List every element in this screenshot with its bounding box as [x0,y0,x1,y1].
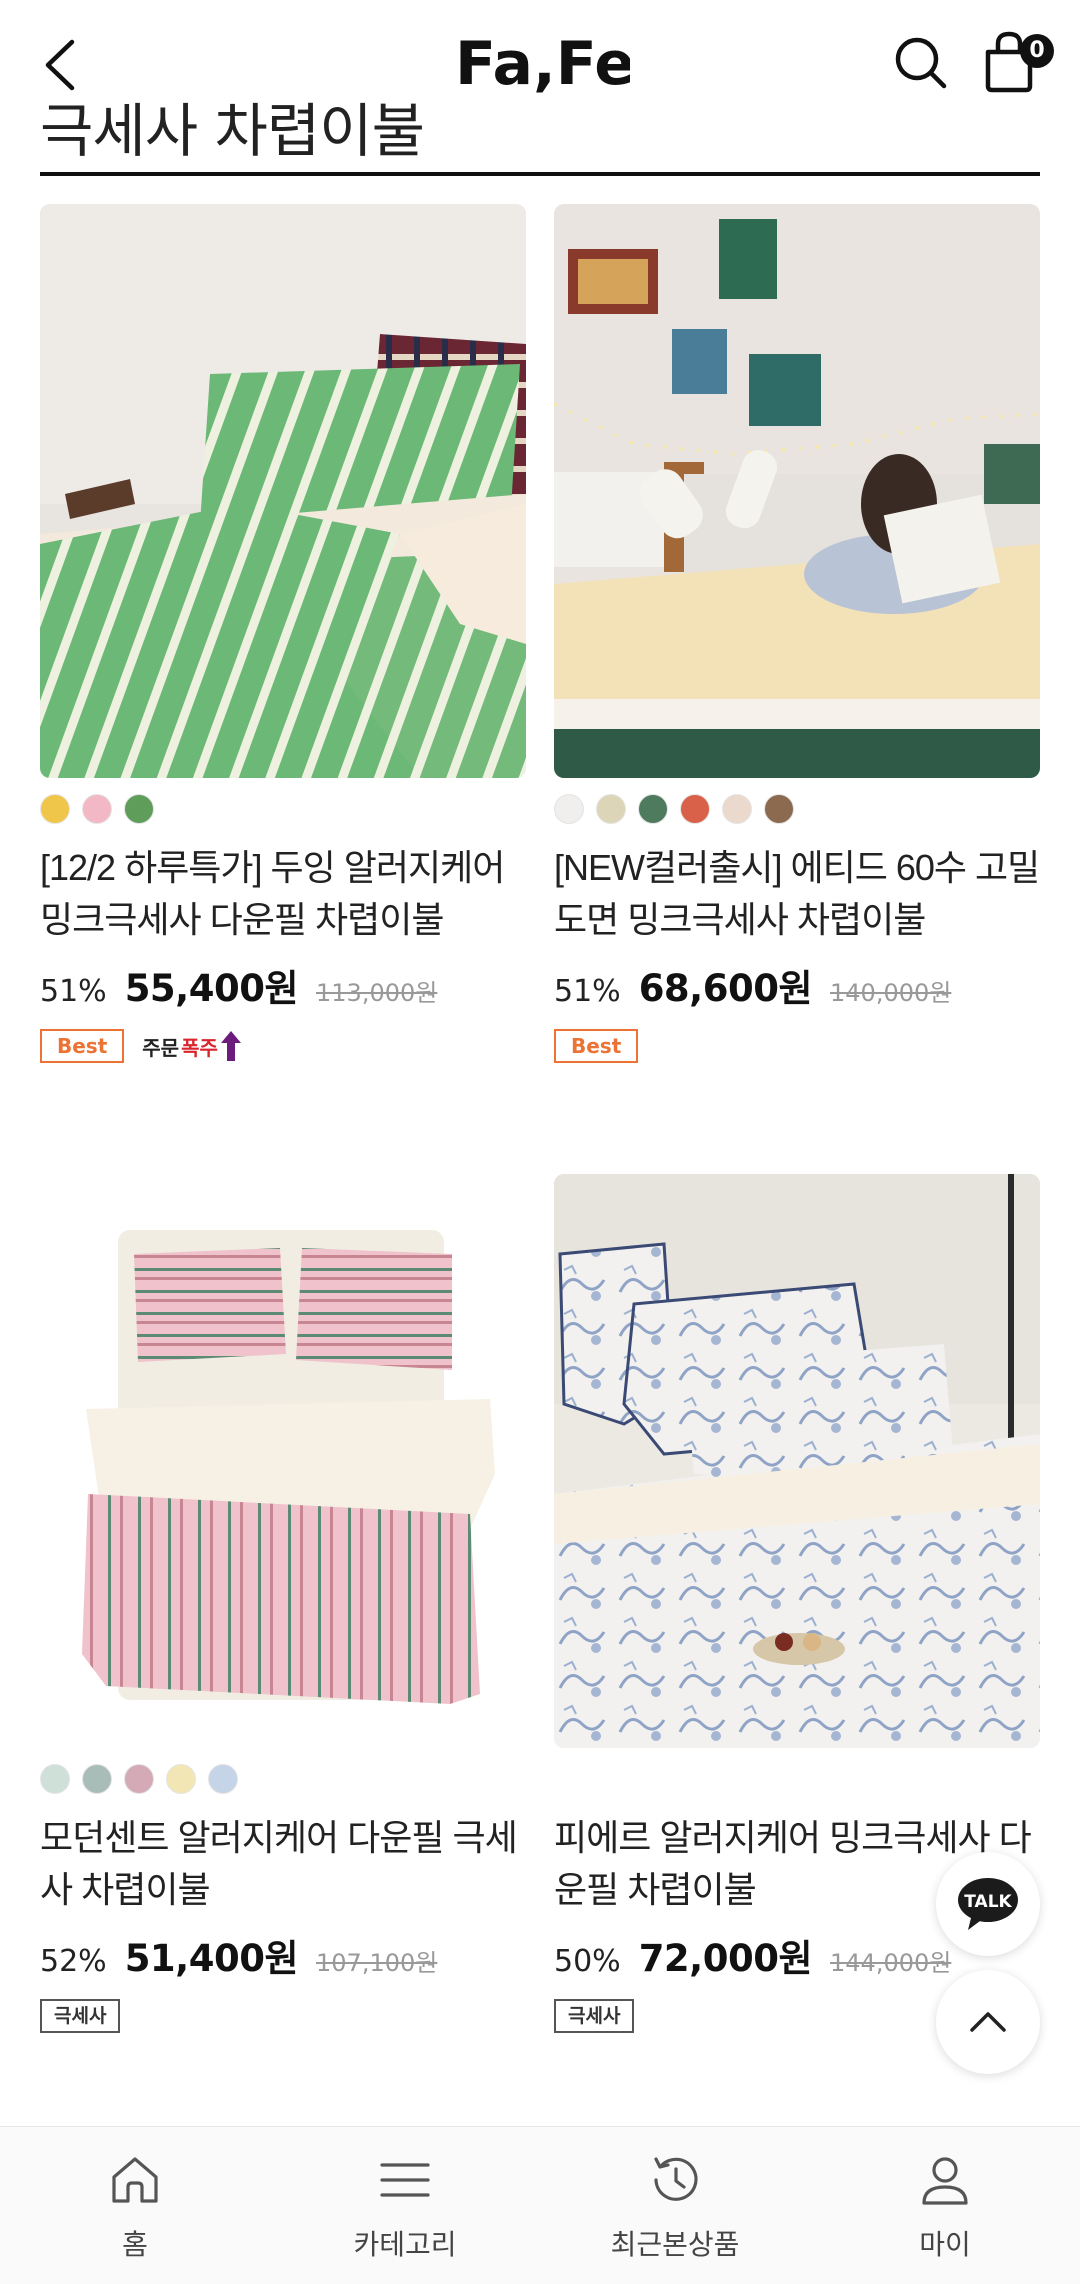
color-swatches [40,794,526,824]
product-name[interactable]: 모던센트 알러지케어 다운필 극세사 차렵이불 [40,1812,526,1916]
scroll-top-button[interactable] [936,1970,1040,2074]
material-badge: 극세사 [554,1999,635,2033]
color-swatch[interactable] [40,794,70,824]
bottom-navigation: 홈 카테고리 최근본상품 마이 [0,2126,1080,2284]
product-name[interactable]: [NEW컬러출시] 에티드 60수 고밀도면 밍크극세사 차렵이불 [554,842,1040,946]
price-row: 51% 68,600원 140,000원 [554,958,1040,1010]
sale-price: 72,000원 [638,1937,813,1980]
color-swatch[interactable] [166,1764,196,1794]
green-striped-bedding-image [40,204,526,778]
nav-category[interactable]: 카테고리 [270,2127,540,2284]
badge-row: Best 주문 폭주 [40,1028,526,1064]
cart-count-badge: 0 [1020,34,1054,68]
nav-label: 카테고리 [353,2228,457,2261]
nav-label: 마이 [919,2228,971,2261]
sale-price: 68,600원 [638,967,813,1010]
brand-logo[interactable]: Fa,Fe [455,26,635,99]
color-swatch[interactable] [638,794,668,824]
nav-label: 홈 [122,2228,148,2261]
sale-price: 51,400원 [124,1937,299,1980]
color-swatch[interactable] [722,794,752,824]
user-icon [922,2157,968,2205]
product-card[interactable]: 모던센트 알러지케어 다운필 극세사 차렵이불 52% 51,400원 107,… [40,1174,526,2034]
badge-row: 극세사 [40,1998,526,2034]
talk-label: TALK [964,1892,1012,1912]
kakao-talk-button[interactable]: TALK [936,1852,1040,1956]
history-icon [654,2157,698,2201]
arrow-up-icon [220,1031,241,1061]
color-swatch[interactable] [40,1764,70,1794]
color-swatches [554,1764,1040,1794]
hot-label-b: 폭주 [181,1035,218,1060]
product-image[interactable] [40,1174,526,1748]
color-swatch[interactable] [82,794,112,824]
sale-price: 55,400원 [124,967,299,1010]
nav-home[interactable]: 홈 [0,2127,270,2284]
color-swatch[interactable] [596,794,626,824]
original-price: 140,000원 [830,979,952,1007]
original-price: 107,100원 [316,1949,438,1977]
chat-bubble-icon: TALK [958,1878,1018,1930]
discount-rate: 51% [554,974,621,1009]
woman-reading-on-bed-image [554,204,1040,778]
title-divider [40,172,1040,176]
badge-row: Best [554,1028,1040,1064]
discount-rate: 51% [40,974,107,1009]
chevron-up-icon [970,2012,1006,2032]
cart-button[interactable]: 0 [982,30,1056,94]
back-button[interactable] [36,34,86,96]
price-row: 51% 55,400원 113,000원 [40,958,526,1010]
hot-label-a: 주문 [142,1035,180,1060]
top-header: Fa,Fe 0 [0,0,1080,130]
product-card[interactable]: [12/2 하루특가] 두잉 알러지케어 밍크극세사 다운필 차렵이불 51% … [40,204,526,1064]
color-swatches [40,1764,526,1794]
price-row: 52% 51,400원 107,100원 [40,1928,526,1980]
pink-striped-bedding-image [40,1174,526,1748]
discount-rate: 50% [554,1944,621,1979]
nav-label: 최근본상품 [610,2228,740,2261]
original-price: 113,000원 [316,979,438,1007]
product-image[interactable] [554,1174,1040,1748]
color-swatch[interactable] [764,794,794,824]
product-name[interactable]: [12/2 하루특가] 두잉 알러지케어 밍크극세사 다운필 차렵이불 [40,842,526,946]
color-swatch[interactable] [680,794,710,824]
color-swatches [554,794,1040,824]
menu-icon [380,2163,430,2197]
color-swatch[interactable] [208,1764,238,1794]
fafe-logo-icon: Fa,Fe [455,29,635,99]
product-card[interactable]: [NEW컬러출시] 에티드 60수 고밀도면 밍크극세사 차렵이불 51% 68… [554,204,1040,1064]
toile-ruffle-bedding-image [554,1174,1040,1748]
color-swatch[interactable] [124,794,154,824]
original-price: 144,000원 [830,1949,952,1977]
hot-order-badge: 주문 폭주 [142,1029,242,1063]
search-icon [895,37,947,89]
best-badge: Best [554,1029,639,1063]
best-badge: Best [40,1029,125,1063]
discount-rate: 52% [40,1944,107,1979]
color-swatch[interactable] [82,1764,112,1794]
chevron-left-icon [45,39,75,91]
logo-text: Fa,Fe [455,29,630,96]
nav-my[interactable]: 마이 [810,2127,1080,2284]
product-list-page: Fa,Fe 0 극세사 차렵이불 [12/2 하루특가] 두잉 알러지케어 밍크… [0,0,1080,2284]
search-button[interactable] [892,32,950,92]
product-image[interactable] [40,204,526,778]
product-image[interactable] [554,204,1040,778]
home-icon [112,2157,158,2203]
material-badge: 극세사 [40,1999,121,2033]
nav-recent[interactable]: 최근본상품 [540,2127,810,2284]
color-swatch[interactable] [554,794,584,824]
color-swatch[interactable] [124,1764,154,1794]
